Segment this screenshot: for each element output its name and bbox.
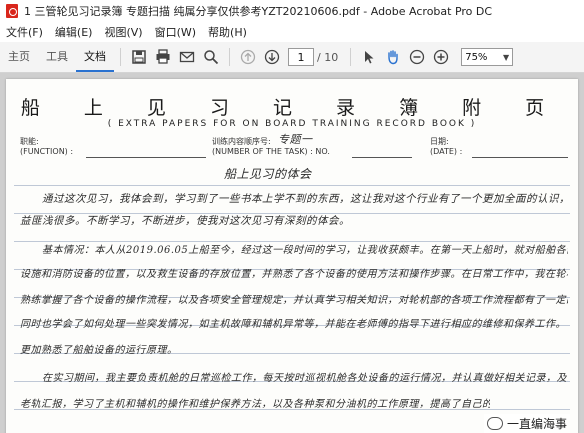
pdf-page: 船 上 见 习 记 录 簿 附 页 ( EXTRA PAPERS FOR ON … xyxy=(6,79,578,433)
email-button[interactable] xyxy=(175,45,199,69)
handwritten-line: 老轨汇报，学习了主机和辅机的操作和维护保养方法，以及各种泵和分油机的工作原理，提… xyxy=(20,399,490,410)
menu-help[interactable]: 帮助(H) xyxy=(202,24,253,40)
page-heading: 船 上 见 习 记 录 簿 附 页 xyxy=(20,97,564,119)
plus-circle-icon xyxy=(434,49,449,65)
arrow-down-circle-icon xyxy=(264,49,280,65)
handwritten-heading: 船上见习的体会 xyxy=(224,167,312,181)
task-number-en-label: (NUMBER OF THE TASK) : NO. xyxy=(212,147,330,156)
handwritten-line: 熟练掌握了各个设备的操作流程，以及各项安全管理规定，并认真学习相关知识，对轮机部… xyxy=(20,295,568,306)
function-label: (FUNCTION) : xyxy=(20,147,74,156)
handwritten-line: 在实习期间，我主要负责机舱的日常巡检工作，每天按时巡视机舱各处设备的运行情况，并… xyxy=(42,373,568,384)
save-icon xyxy=(132,50,146,64)
zoom-value: 75% xyxy=(465,51,488,63)
menu-window[interactable]: 窗口(W) xyxy=(149,24,202,40)
zoom-out-button[interactable] xyxy=(405,45,429,69)
hand-tool-button[interactable] xyxy=(381,45,405,69)
ruled-line xyxy=(14,185,570,186)
toolbar-divider xyxy=(350,48,352,66)
handwritten-line: 益匪浅很多。不断学习，不断进步，使我对这次见习有深刻的体会。 xyxy=(20,215,350,227)
document-viewport[interactable]: 船 上 见 习 记 录 簿 附 页 ( EXTRA PAPERS FOR ON … xyxy=(0,73,584,433)
search-button[interactable] xyxy=(199,45,223,69)
hand-icon xyxy=(388,50,398,65)
function-field-line xyxy=(86,157,206,158)
handwritten-line: 设施和消防设备的位置，以及救生设备的存放位置，并熟悉了各个设备的使用方法和操作步… xyxy=(20,269,568,280)
wechat-icon xyxy=(486,417,503,430)
menu-view[interactable]: 视图(V) xyxy=(98,24,148,40)
handwritten-line: 基本情况：本人从2019.06.05上船至今，经过这一段时间的学习，让我收获颇丰… xyxy=(42,245,568,256)
watermark-badge: 一直编海事 xyxy=(483,414,570,433)
search-icon xyxy=(204,50,219,65)
tab-tools[interactable]: 工具 xyxy=(38,42,76,72)
tab-document[interactable]: 文档 xyxy=(76,42,114,72)
menu-file[interactable]: 文件(F) xyxy=(0,24,49,40)
date-en-label: (DATE) : xyxy=(430,147,463,156)
handwritten-line: 同时也学会了如何处理一些突发情况，如主机故障和辅机异常等，并能在老师傅的指导下进… xyxy=(20,319,566,330)
menu-edit[interactable]: 编辑(E) xyxy=(49,24,99,40)
print-button[interactable] xyxy=(151,45,175,69)
toolbar: 主页 工具 文档 1 / 10 75% ▼ xyxy=(0,42,584,73)
toolbar-divider xyxy=(229,48,230,66)
select-tool-button[interactable] xyxy=(357,45,381,69)
tab-home[interactable]: 主页 xyxy=(0,42,38,72)
page-total: / 10 xyxy=(317,50,339,64)
page-subheading: ( EXTRA PAPERS FOR ON BOARD TRAINING REC… xyxy=(107,119,477,129)
minus-circle-icon xyxy=(410,49,425,65)
zoom-dropdown[interactable]: 75% ▼ xyxy=(461,48,514,66)
save-button[interactable] xyxy=(127,45,151,69)
watermark-text: 一直编海事 xyxy=(506,417,567,431)
title-bar: 1 三管轮见习记录簿 专题扫描 纯属分享仅供参考YZT20210606.pdf … xyxy=(0,0,584,23)
position-label: 职能: xyxy=(20,137,39,146)
next-page-button[interactable] xyxy=(260,45,284,69)
chevron-down-icon: ▼ xyxy=(503,52,510,62)
arrow-up-circle-icon xyxy=(240,49,256,65)
previous-page-button[interactable] xyxy=(236,45,260,69)
handwritten-line: 通过这次见习，我体会到，学习到了一些书本上学不到的东西，这让我对这个行业有了一个… xyxy=(42,193,568,205)
task-number-value: 专题一 xyxy=(278,133,313,146)
window-title: 1 三管轮见习记录簿 专题扫描 纯属分享仅供参考YZT20210606.pdf … xyxy=(24,5,493,18)
page-number-input[interactable]: 1 xyxy=(288,48,314,66)
cursor-arrow-icon xyxy=(365,51,374,64)
acrobat-app-icon xyxy=(6,4,18,18)
printer-icon xyxy=(156,49,170,64)
zoom-in-button[interactable] xyxy=(429,45,453,69)
task-field-line xyxy=(352,157,412,158)
envelope-icon xyxy=(179,51,195,63)
task-number-label: 训练内容顺序号: xyxy=(212,137,271,146)
handwritten-line: 更加熟悉了船舶设备的运行原理。 xyxy=(20,345,178,356)
date-label: 日期: xyxy=(430,137,449,146)
menu-bar: 文件(F) 编辑(E) 视图(V) 窗口(W) 帮助(H) xyxy=(0,22,584,43)
date-field-line xyxy=(472,157,568,158)
toolbar-divider xyxy=(120,48,121,66)
